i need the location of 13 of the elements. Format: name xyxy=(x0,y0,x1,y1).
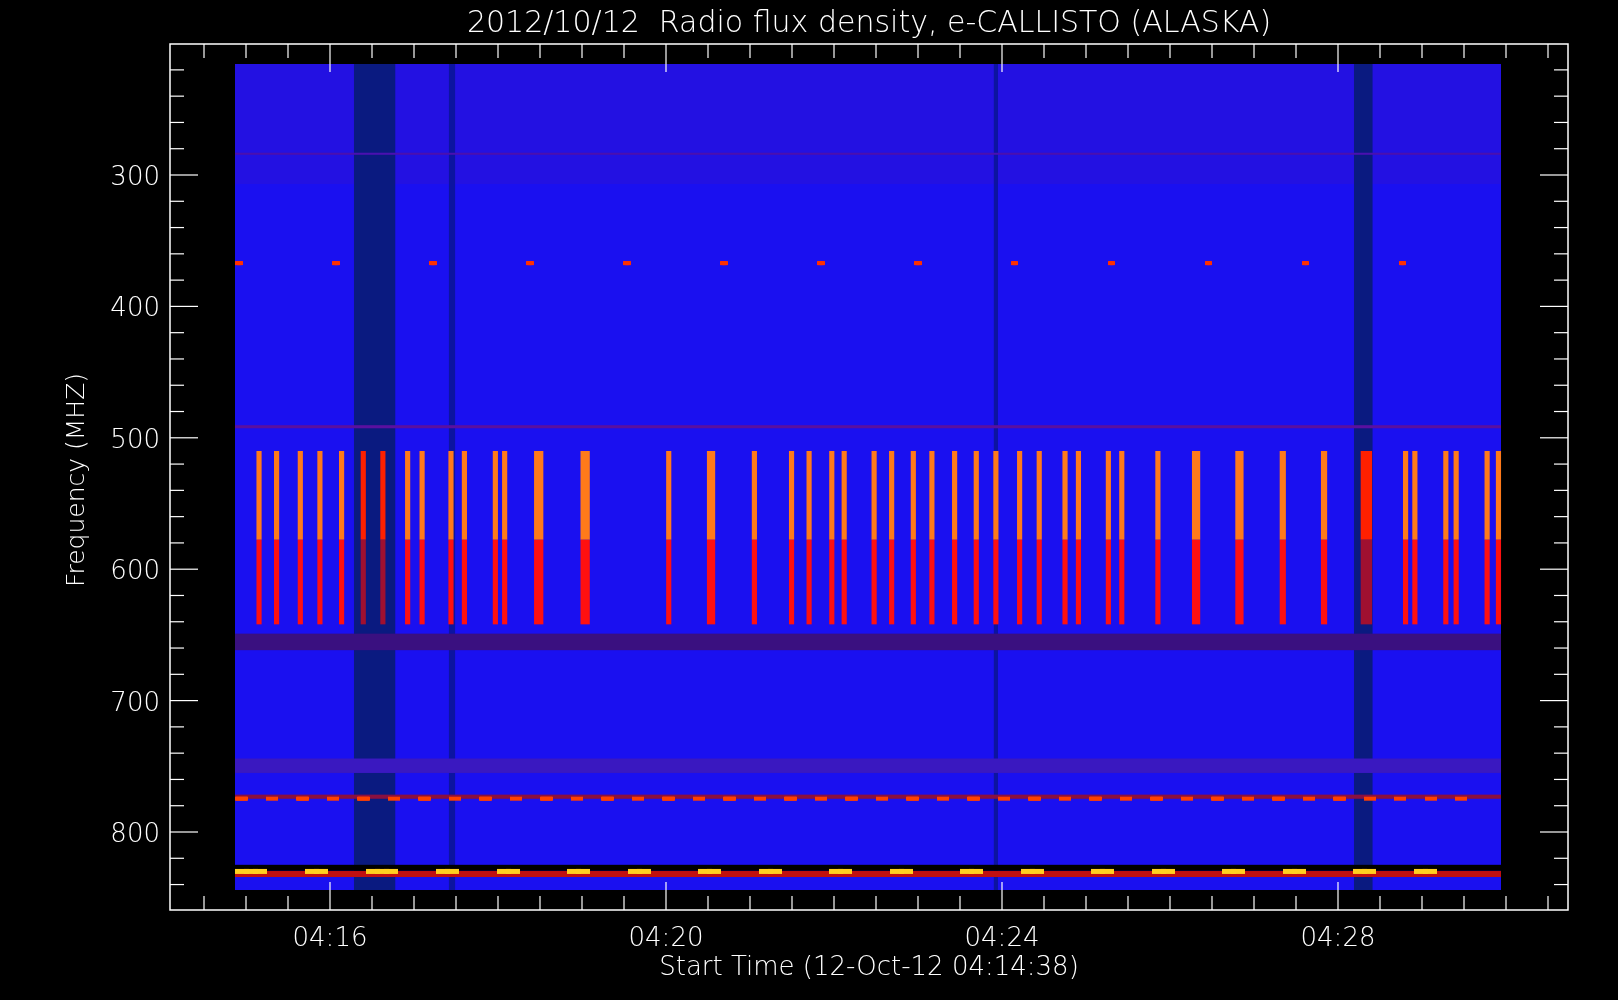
tick-label: 04:20 xyxy=(628,922,704,952)
tick-label: 700 xyxy=(110,686,160,717)
tick-label: 04:24 xyxy=(964,922,1040,952)
tick-label: 400 xyxy=(110,292,160,323)
tick-label: 300 xyxy=(110,161,160,191)
plot-title: 2012/10/12 Radio flux density, e-CALLISTO (ALASKA) xyxy=(466,4,1272,39)
tick-label: 04:16 xyxy=(292,922,368,952)
axis-label: Start Time (12-Oct-12 04:14:38) xyxy=(659,951,1079,981)
tick-label: 600 xyxy=(110,555,160,586)
tick-label: 500 xyxy=(110,423,160,454)
tick-label: 800 xyxy=(110,818,160,848)
tick-label: 04:28 xyxy=(1300,922,1376,952)
axis-label: Frequency (MHZ) xyxy=(61,372,90,588)
